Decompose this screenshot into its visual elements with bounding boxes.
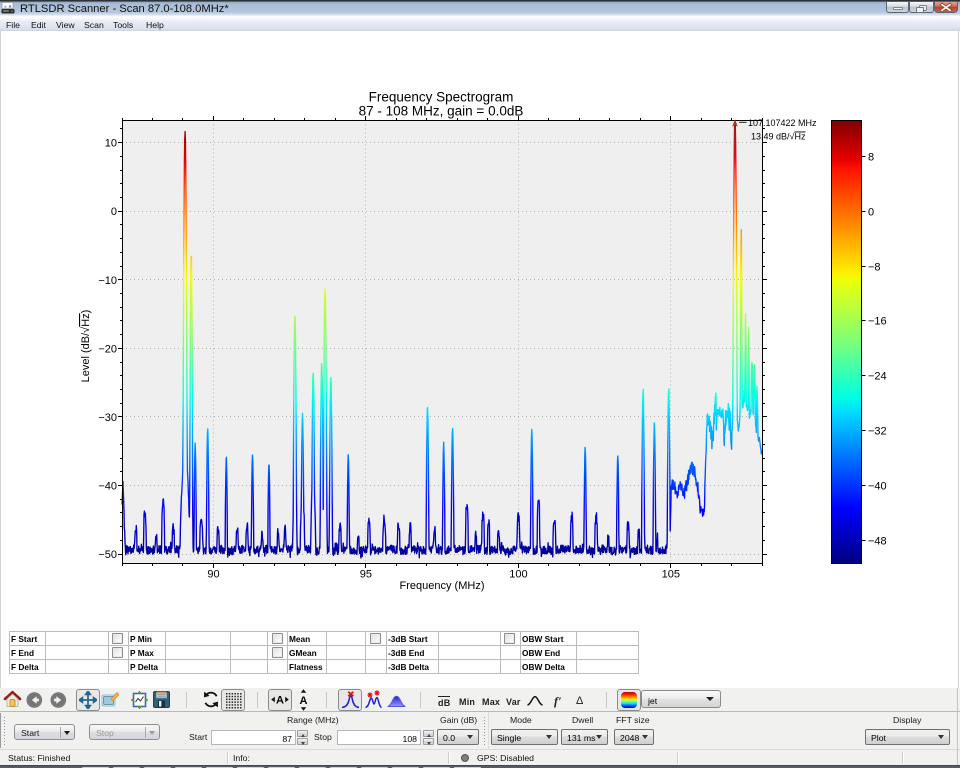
svg-text:−20: −20 (98, 343, 117, 355)
svg-text:0: 0 (111, 206, 117, 218)
svg-text:Level (dB/√Hz): Level (dB/√Hz) (80, 310, 92, 383)
svg-text:−48: −48 (868, 536, 887, 548)
svg-text:A: A (300, 695, 308, 707)
svg-text:95: 95 (360, 569, 372, 581)
svg-text:−30: −30 (98, 412, 117, 424)
svg-text:90: 90 (207, 569, 219, 581)
svg-text:−40: −40 (98, 481, 117, 493)
svg-text:−32: −32 (868, 426, 887, 438)
svg-text:0: 0 (868, 207, 874, 219)
svg-text:−40: −40 (868, 481, 887, 493)
svg-text:−8: −8 (868, 262, 881, 274)
svg-text:100: 100 (509, 569, 527, 581)
svg-text:107.107422 MHz: 107.107422 MHz (748, 118, 817, 128)
svg-text:A: A (276, 695, 284, 707)
svg-text:−50: −50 (98, 549, 117, 561)
svg-text:8: 8 (868, 152, 874, 164)
svg-text:−10: −10 (98, 275, 117, 287)
svg-text:13.49 dB/√Hz: 13.49 dB/√Hz (751, 132, 806, 142)
svg-text:87 - 108 MHz, gain = 0.0dB: 87 - 108 MHz, gain = 0.0dB (359, 104, 524, 119)
svg-text:−24: −24 (868, 371, 887, 383)
svg-text:−16: −16 (868, 316, 887, 328)
svg-text:10: 10 (105, 138, 117, 150)
svg-text:Frequency Spectrogram: Frequency Spectrogram (369, 90, 514, 105)
svg-text:105: 105 (662, 569, 680, 581)
svg-text:Frequency (MHz): Frequency (MHz) (400, 580, 485, 592)
